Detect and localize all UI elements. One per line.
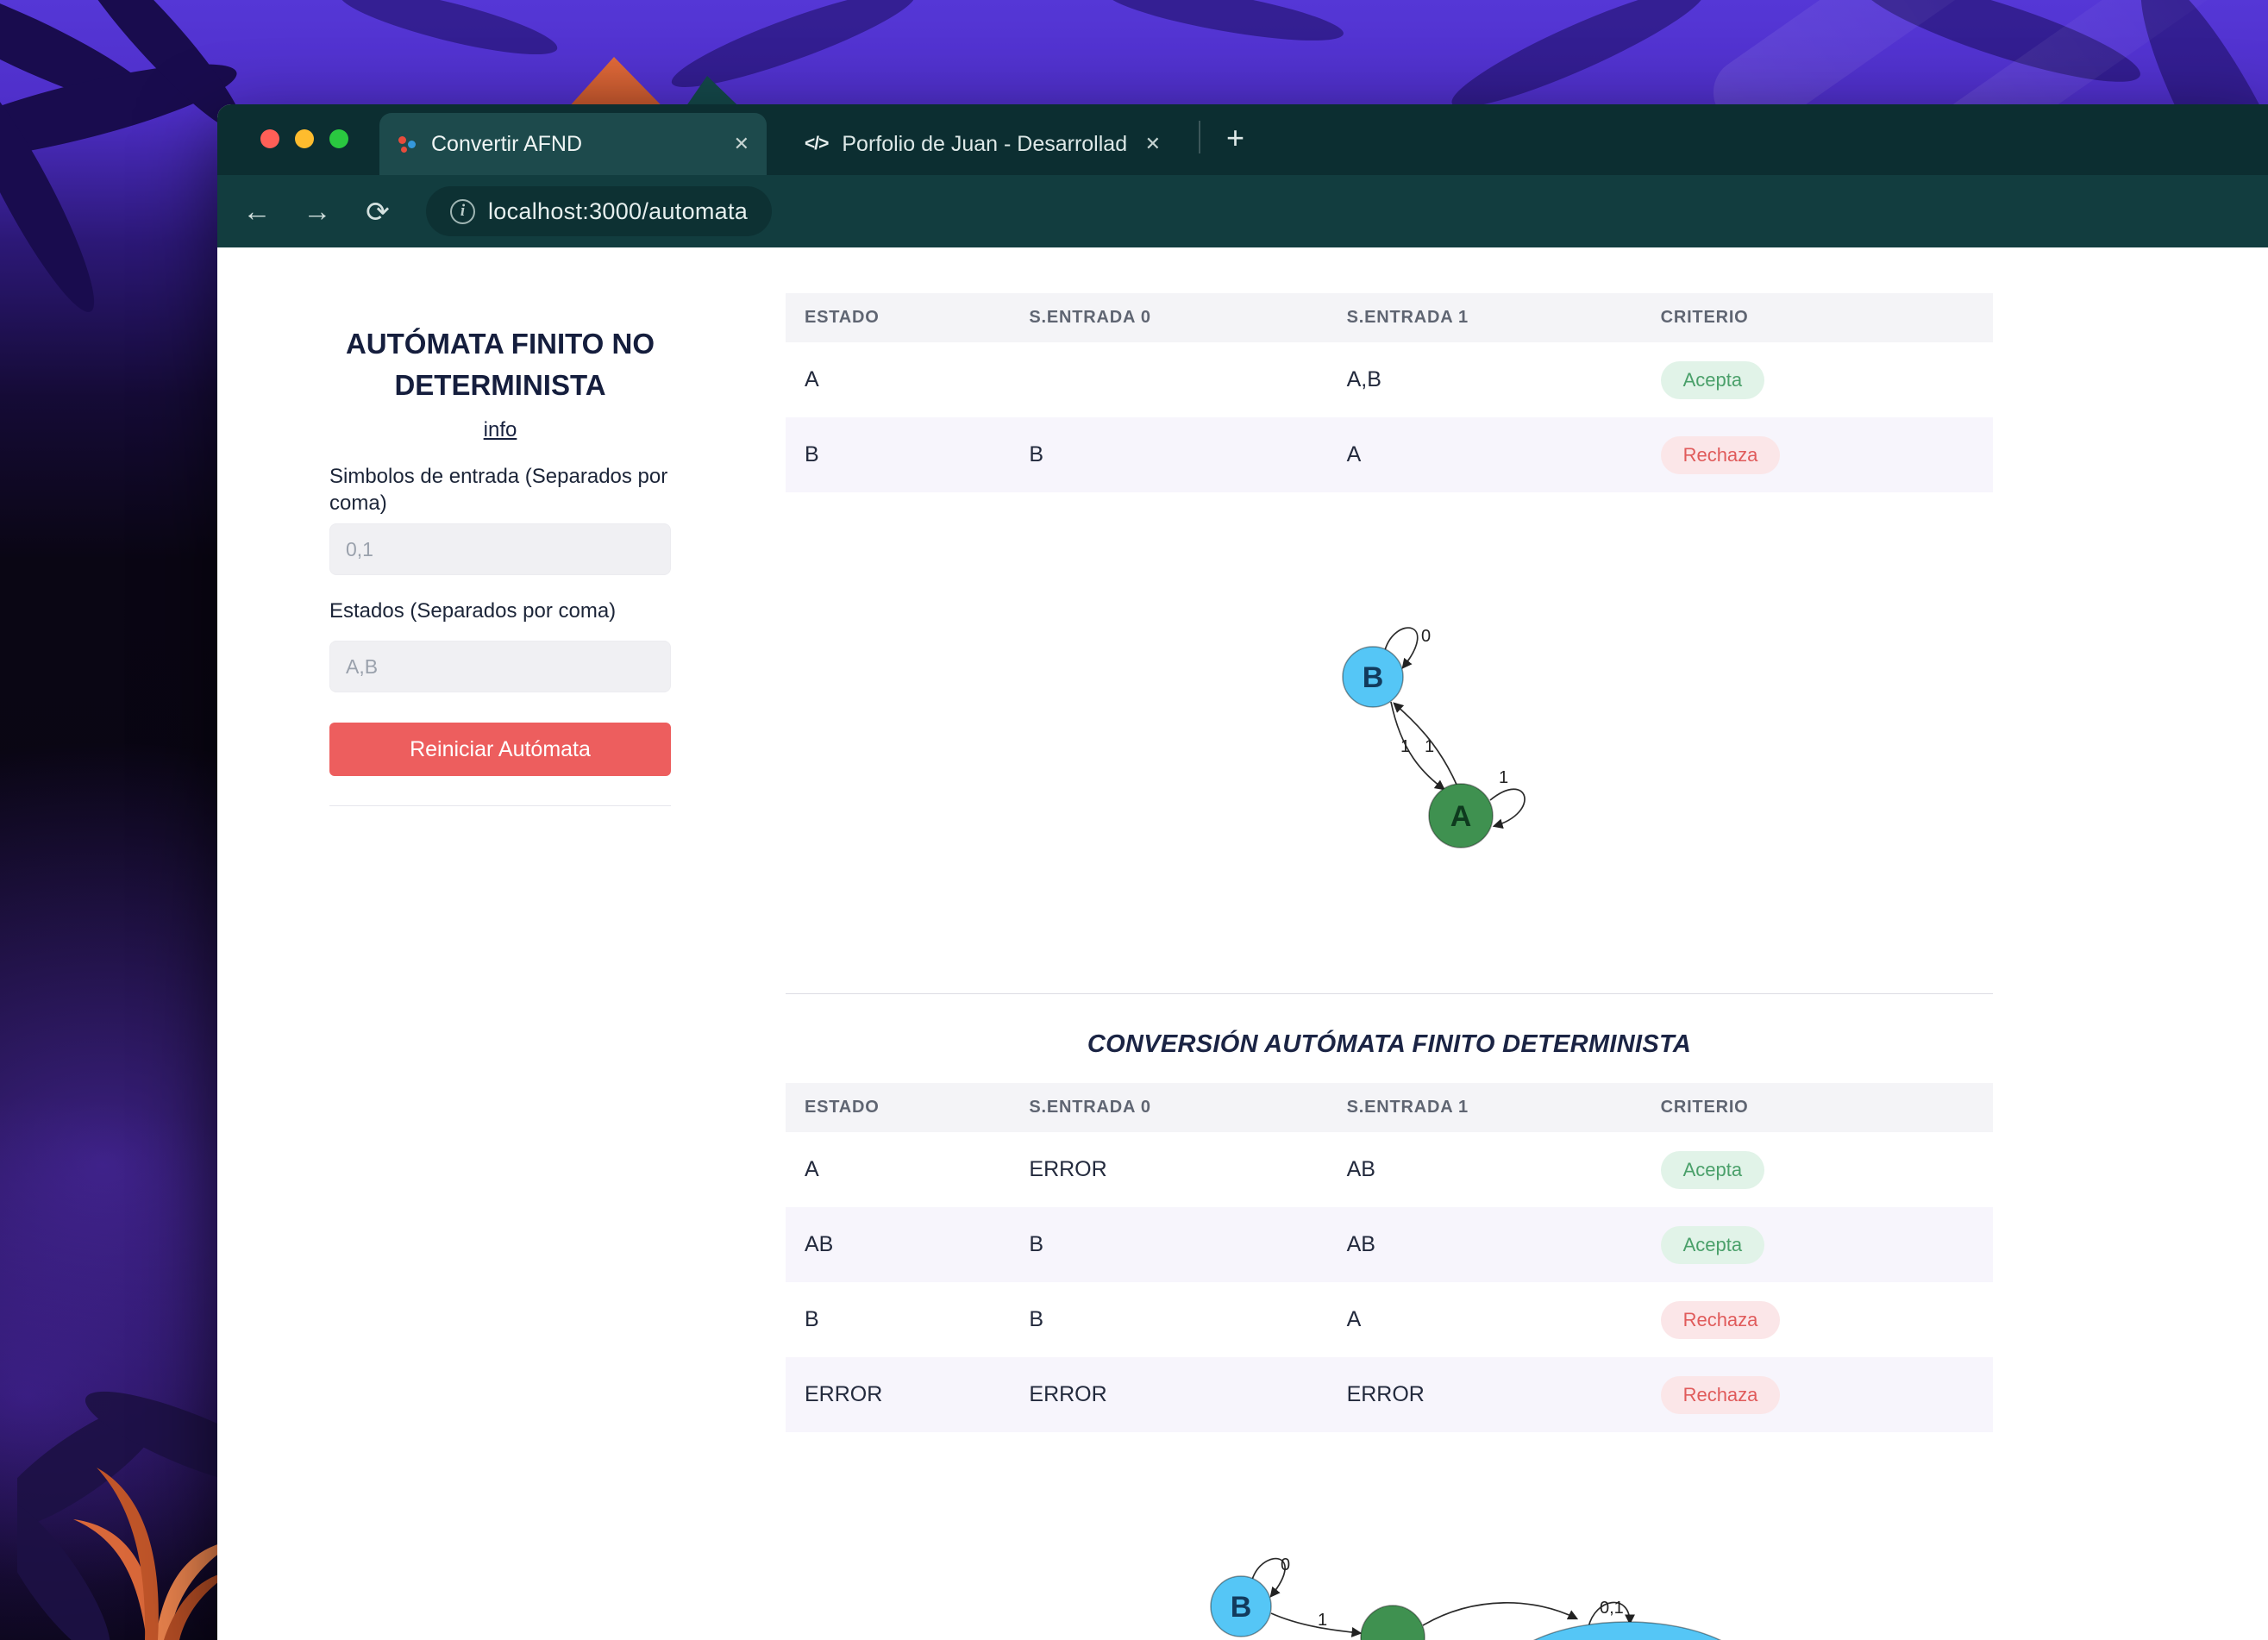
dfa-table: ESTADO S.ENTRADA 0 S.ENTRADA 1 CRITERIO … (786, 1083, 1993, 1432)
node-label: A (1450, 800, 1472, 833)
page-content: AUTÓMATA FINITO NO DETERMINISTA info Sim… (217, 247, 2268, 1640)
dfa-graph: 0 1 0,1 B (1210, 1555, 1758, 1640)
column-header: S.ENTRADA 1 (1346, 308, 1469, 327)
table-cell: B (805, 1307, 819, 1331)
table-cell: AB (805, 1232, 834, 1256)
table-cell: B (1029, 1307, 1044, 1331)
tab-convertir-afnd[interactable]: Convertir AFND ✕ (379, 113, 767, 175)
tab-separator (1199, 121, 1200, 153)
reset-automaton-button[interactable]: Reiniciar Autómata (329, 723, 671, 776)
node-label: B (1231, 1591, 1252, 1624)
desktop: Convertir AFND ✕ </> Porfolio de Juan - … (0, 0, 2268, 1640)
table-cell: ERROR (1029, 1157, 1107, 1181)
column-header: S.ENTRADA 1 (1346, 1098, 1469, 1117)
tab-title: Porfolio de Juan - Desarrollad (842, 131, 1128, 156)
column-header: S.ENTRADA 0 (1029, 1098, 1151, 1117)
table-cell: A (1346, 442, 1362, 466)
column-header: ESTADO (805, 308, 880, 327)
table-cell: A (1346, 1307, 1362, 1331)
status-badge: Rechaza (1660, 1300, 1781, 1339)
nfa-table: ESTADO S.ENTRADA 0 S.ENTRADA 1 CRITERIO … (786, 293, 1993, 492)
code-favicon-icon: </> (805, 134, 829, 153)
table-cell: AB (1346, 1157, 1375, 1181)
table-cell: B (805, 442, 819, 466)
table-cell: ERROR (1029, 1382, 1107, 1406)
tab-strip: Convertir AFND ✕ </> Porfolio de Juan - … (217, 104, 2268, 175)
maximize-window-button[interactable] (329, 129, 348, 148)
edge-label: 1 (1499, 768, 1508, 787)
minimize-window-button[interactable] (295, 129, 314, 148)
table-row: ERROR ERROR ERROR Rechaza (786, 1357, 1993, 1432)
back-button[interactable]: ← (238, 192, 276, 230)
site-info-icon[interactable]: i (450, 198, 475, 224)
column-header: ESTADO (805, 1098, 880, 1117)
status-badge: Acepta (1660, 1150, 1765, 1189)
table-row: B B A Rechaza (786, 417, 1993, 492)
afnd-favicon-icon (397, 134, 417, 154)
edge-label: 0,1 (1600, 1599, 1624, 1618)
nfa-graph: 0 1 1 1 B A (1342, 627, 1526, 848)
node-label: B (1363, 661, 1384, 694)
table-cell: B (1029, 442, 1044, 466)
table-row: A ERROR AB Acepta (786, 1132, 1993, 1207)
status-badge: Rechaza (1660, 1375, 1781, 1414)
table-header-row: ESTADO S.ENTRADA 0 S.ENTRADA 1 CRITERIO (786, 293, 1993, 342)
info-link[interactable]: info (329, 418, 671, 442)
edge-label: 1 (1400, 737, 1410, 756)
column-header: CRITERIO (1660, 1098, 1749, 1117)
section-divider (786, 993, 1993, 994)
table-cell: A (805, 367, 819, 391)
table-row: AB B AB Acepta (786, 1207, 1993, 1282)
status-badge: Acepta (1660, 1225, 1765, 1264)
edge-label: 0 (1281, 1555, 1290, 1574)
edge-label: 1 (1318, 1611, 1327, 1630)
symbols-input[interactable] (329, 523, 671, 575)
state-node-ab[interactable] (1496, 1621, 1758, 1640)
symbols-label: Simbolos de entrada (Separados por coma) (329, 465, 668, 515)
table-cell: ERROR (1346, 1382, 1425, 1406)
table-cell: ERROR (805, 1382, 883, 1406)
navigation-bar: ← → ⟳ i localhost:3000/automata (217, 175, 2268, 247)
reload-button[interactable]: ⟳ (359, 192, 397, 230)
column-header: CRITERIO (1660, 308, 1749, 327)
address-bar[interactable]: i localhost:3000/automata (426, 186, 773, 236)
tab-porfolio[interactable]: </> Porfolio de Juan - Desarrollad ✕ (787, 113, 1178, 175)
edge-label: 0 (1421, 627, 1431, 646)
column-header: S.ENTRADA 0 (1029, 308, 1151, 327)
page-title: AUTÓMATA FINITO NO DETERMINISTA (345, 328, 655, 401)
window-controls (260, 129, 348, 148)
conversion-title: CONVERSIÓN AUTÓMATA FINITO DETERMINISTA (1087, 1030, 1692, 1058)
table-cell: B (1029, 1232, 1044, 1256)
close-window-button[interactable] (260, 129, 279, 148)
close-tab-icon[interactable]: ✕ (734, 133, 749, 155)
table-cell: A (805, 1157, 819, 1181)
edge-label: 1 (1425, 737, 1434, 756)
browser-window: Convertir AFND ✕ </> Porfolio de Juan - … (217, 104, 2268, 1640)
states-input[interactable] (329, 641, 671, 692)
new-tab-button[interactable]: + (1221, 120, 1250, 156)
tab-title: Convertir AFND (431, 131, 583, 156)
status-badge: Acepta (1660, 360, 1765, 399)
table-cell: A,B (1346, 367, 1381, 391)
status-badge: Rechaza (1660, 435, 1781, 474)
sidebar-divider (329, 805, 671, 806)
states-label: Estados (Separados por coma) (329, 599, 617, 623)
url-text: localhost:3000/automata (488, 197, 749, 224)
table-row: B B A Rechaza (786, 1282, 1993, 1357)
forward-button[interactable]: → (298, 192, 336, 230)
table-header-row: ESTADO S.ENTRADA 0 S.ENTRADA 1 CRITERIO (786, 1083, 1993, 1132)
state-node-a[interactable] (1360, 1605, 1425, 1640)
close-tab-icon[interactable]: ✕ (1145, 133, 1161, 155)
table-row: A A,B Acepta (786, 342, 1993, 417)
table-cell: AB (1346, 1232, 1375, 1256)
